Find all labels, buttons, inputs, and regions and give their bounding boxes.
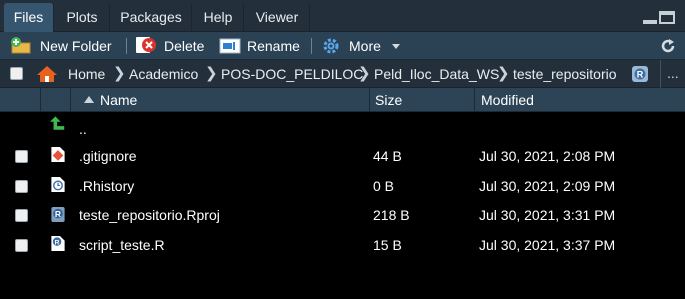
file-size: 15 B: [373, 237, 402, 253]
file-name-link[interactable]: teste_repositorio.Rproj: [79, 201, 220, 230]
svg-text:R: R: [55, 239, 60, 246]
svg-text:R: R: [637, 70, 644, 80]
sort-ascending-icon: [84, 96, 94, 103]
file-modified: Jul 30, 2021, 3:37 PM: [479, 237, 616, 253]
file-size: 44 B: [373, 148, 402, 164]
tab-files[interactable]: Files: [4, 3, 54, 32]
file-modified: Jul 30, 2021, 2:09 PM: [479, 178, 616, 194]
home-icon[interactable]: [36, 65, 58, 83]
table-row[interactable]: R script_teste.R 15 B Jul 30, 2021, 3:37…: [0, 231, 685, 260]
file-modified: Jul 30, 2021, 3:31 PM: [479, 207, 616, 223]
file-name-link[interactable]: script_teste.R: [79, 231, 165, 260]
row-checkbox[interactable]: [15, 239, 28, 252]
column-header-name[interactable]: Name: [100, 88, 137, 112]
column-header-size[interactable]: Size: [375, 88, 402, 112]
refresh-icon[interactable]: [660, 38, 676, 54]
breadcrumb-pos-doc-peldiloc[interactable]: POS-DOC_PELDILOC: [221, 60, 363, 88]
tab-viewer[interactable]: Viewer: [245, 3, 310, 32]
column-divider: [474, 88, 475, 112]
svg-text:R: R: [55, 209, 61, 219]
toolbar-divider: [126, 38, 127, 54]
rproject-icon[interactable]: R: [632, 66, 648, 82]
row-checkbox[interactable]: [15, 209, 28, 222]
column-divider: [40, 88, 41, 112]
more-menu-button[interactable]: More: [322, 32, 402, 60]
row-checkbox[interactable]: [15, 150, 28, 163]
minimize-pane-icon[interactable]: [643, 20, 657, 24]
chevron-right-icon: ❯: [113, 65, 126, 82]
breadcrumb: Home ❯ Academico ❯ POS-DOC_PELDILOC ❯ Pe…: [0, 60, 685, 88]
tab-packages[interactable]: Packages: [111, 3, 192, 32]
table-row[interactable]: .gitignore 44 B Jul 30, 2021, 2:08 PM: [0, 142, 685, 171]
parent-directory-label[interactable]: ..: [79, 115, 87, 144]
column-header-modified[interactable]: Modified: [481, 88, 534, 112]
file-size: 218 B: [373, 207, 410, 223]
gear-icon: [323, 38, 339, 54]
delete-icon: [136, 37, 156, 53]
chevron-right-icon: ❯: [205, 65, 218, 82]
pane-tab-bar: Files Plots Packages Help Viewer: [0, 0, 685, 32]
maximize-pane-icon[interactable]: [659, 11, 675, 24]
select-all-checkbox[interactable]: [10, 67, 23, 80]
delete-label: Delete: [164, 38, 205, 54]
rename-button[interactable]: Rename: [219, 32, 301, 60]
rename-label: Rename: [247, 38, 300, 54]
file-name-link[interactable]: .gitignore: [79, 142, 137, 171]
chevron-right-icon: ❯: [358, 65, 371, 82]
files-toolbar: New Folder Delete Rename More: [0, 32, 685, 60]
breadcrumb-overflow-button[interactable]: ...: [660, 60, 685, 88]
delete-button[interactable]: Delete: [135, 32, 207, 60]
toolbar-divider: [311, 38, 312, 54]
tab-help[interactable]: Help: [193, 3, 244, 32]
chevron-down-icon: [392, 44, 400, 49]
chevron-right-icon: ❯: [497, 65, 510, 82]
file-name-link[interactable]: .Rhistory: [79, 172, 134, 201]
new-folder-label: New Folder: [40, 38, 112, 54]
r-history-icon: [51, 176, 65, 193]
rproj-icon: R: [51, 206, 65, 223]
git-file-icon: [51, 146, 65, 163]
breadcrumb-academico[interactable]: Academico: [129, 60, 198, 88]
breadcrumb-teste-repositorio[interactable]: teste_repositorio: [513, 60, 617, 88]
more-label: More: [349, 38, 381, 54]
column-divider: [369, 88, 370, 112]
file-modified: Jul 30, 2021, 2:08 PM: [479, 148, 616, 164]
breadcrumb-peld-iloc-data-ws[interactable]: Peld_Iloc_Data_WS: [374, 60, 499, 88]
file-size: 0 B: [373, 178, 395, 194]
r-script-icon: R: [51, 235, 65, 252]
rename-icon: [219, 38, 241, 54]
breadcrumb-home[interactable]: Home: [68, 60, 105, 88]
tab-plots[interactable]: Plots: [55, 3, 110, 32]
table-row[interactable]: .Rhistory 0 B Jul 30, 2021, 2:09 PM: [0, 172, 685, 201]
up-arrow-icon: [50, 116, 65, 130]
new-folder-icon: [11, 37, 31, 54]
new-folder-button[interactable]: New Folder: [10, 32, 118, 60]
column-divider: [70, 88, 71, 112]
row-checkbox[interactable]: [15, 180, 28, 193]
parent-directory-row[interactable]: ..: [0, 113, 685, 142]
file-list-header: Name Size Modified: [0, 88, 685, 112]
table-row[interactable]: R teste_repositorio.Rproj 218 B Jul 30, …: [0, 201, 685, 230]
